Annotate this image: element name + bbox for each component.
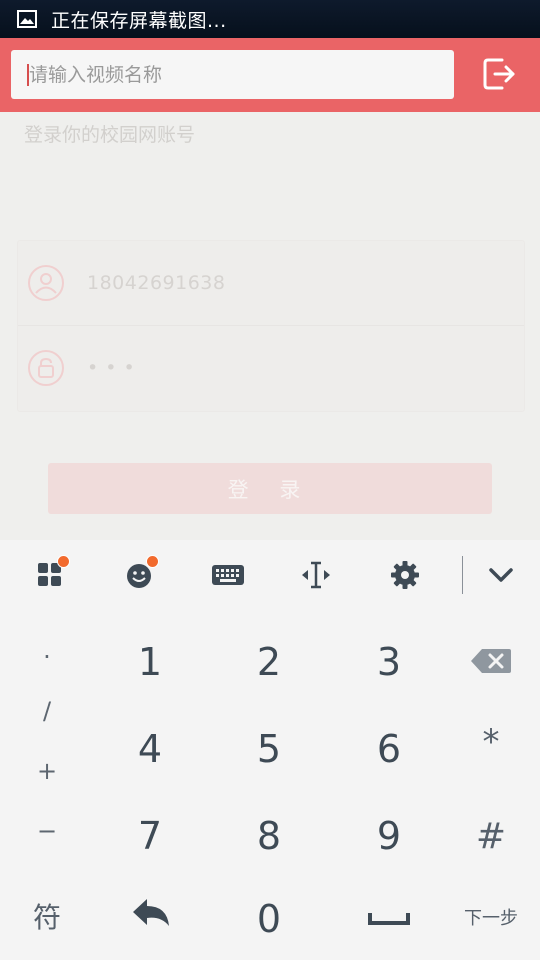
password-field[interactable]: • • • bbox=[87, 357, 135, 379]
key-symbols[interactable]: 符 bbox=[18, 896, 76, 936]
undo-icon[interactable] bbox=[126, 894, 176, 938]
key-next[interactable]: 下一步 bbox=[456, 900, 526, 934]
login-hint: 登录你的校园网账号 bbox=[24, 124, 196, 146]
search-input[interactable] bbox=[27, 62, 431, 87]
keyboard-icon[interactable] bbox=[208, 555, 248, 595]
toolbar-divider bbox=[462, 556, 463, 594]
key-minus[interactable]: − bbox=[22, 816, 72, 846]
key-star[interactable]: * bbox=[466, 720, 516, 764]
user-icon bbox=[28, 265, 64, 301]
soft-keyboard: · / + − 符 1 2 3 4 5 6 7 8 9 0 * # 下一步 bbox=[0, 540, 540, 960]
key-0[interactable]: 0 bbox=[229, 897, 309, 941]
key-4[interactable]: 4 bbox=[110, 727, 190, 771]
login-form: 登录你的校园网账号 18042691638 • • • 登 录 bbox=[0, 112, 540, 540]
app-header bbox=[0, 38, 540, 112]
notification-dot bbox=[146, 555, 159, 568]
apps-icon[interactable] bbox=[30, 555, 70, 595]
key-slash[interactable]: / bbox=[22, 696, 72, 726]
emoji-icon[interactable] bbox=[119, 555, 159, 595]
status-bar: 正在保存屏幕截图... bbox=[0, 0, 540, 38]
settings-icon[interactable] bbox=[385, 555, 425, 595]
key-1[interactable]: 1 bbox=[110, 640, 190, 684]
chevron-down-icon[interactable] bbox=[481, 555, 521, 595]
login-button[interactable]: 登 录 bbox=[48, 463, 492, 514]
key-6[interactable]: 6 bbox=[349, 727, 429, 771]
backspace-icon[interactable] bbox=[466, 644, 516, 678]
username-row[interactable]: 18042691638 bbox=[18, 241, 524, 325]
notification-dot bbox=[57, 555, 70, 568]
image-icon bbox=[17, 10, 37, 28]
cursor-icon[interactable] bbox=[296, 555, 336, 595]
space-icon[interactable] bbox=[364, 906, 414, 930]
key-7[interactable]: 7 bbox=[110, 814, 190, 858]
lock-icon bbox=[28, 350, 64, 386]
username-field[interactable]: 18042691638 bbox=[87, 272, 225, 294]
key-9[interactable]: 9 bbox=[349, 814, 429, 858]
text-cursor bbox=[27, 64, 29, 86]
search-box[interactable] bbox=[11, 50, 454, 99]
password-row[interactable]: • • • bbox=[18, 326, 524, 410]
key-2[interactable]: 2 bbox=[229, 640, 309, 684]
key-5[interactable]: 5 bbox=[229, 727, 309, 771]
keyboard-toolbar bbox=[0, 540, 540, 612]
key-dot[interactable]: · bbox=[22, 642, 72, 672]
logout-icon[interactable] bbox=[480, 54, 520, 94]
key-plus[interactable]: + bbox=[22, 756, 72, 786]
key-8[interactable]: 8 bbox=[229, 814, 309, 858]
status-text: 正在保存屏幕截图... bbox=[51, 9, 227, 32]
key-hash[interactable]: # bbox=[466, 814, 516, 858]
key-3[interactable]: 3 bbox=[349, 640, 429, 684]
credentials-card: 18042691638 • • • bbox=[17, 240, 525, 412]
